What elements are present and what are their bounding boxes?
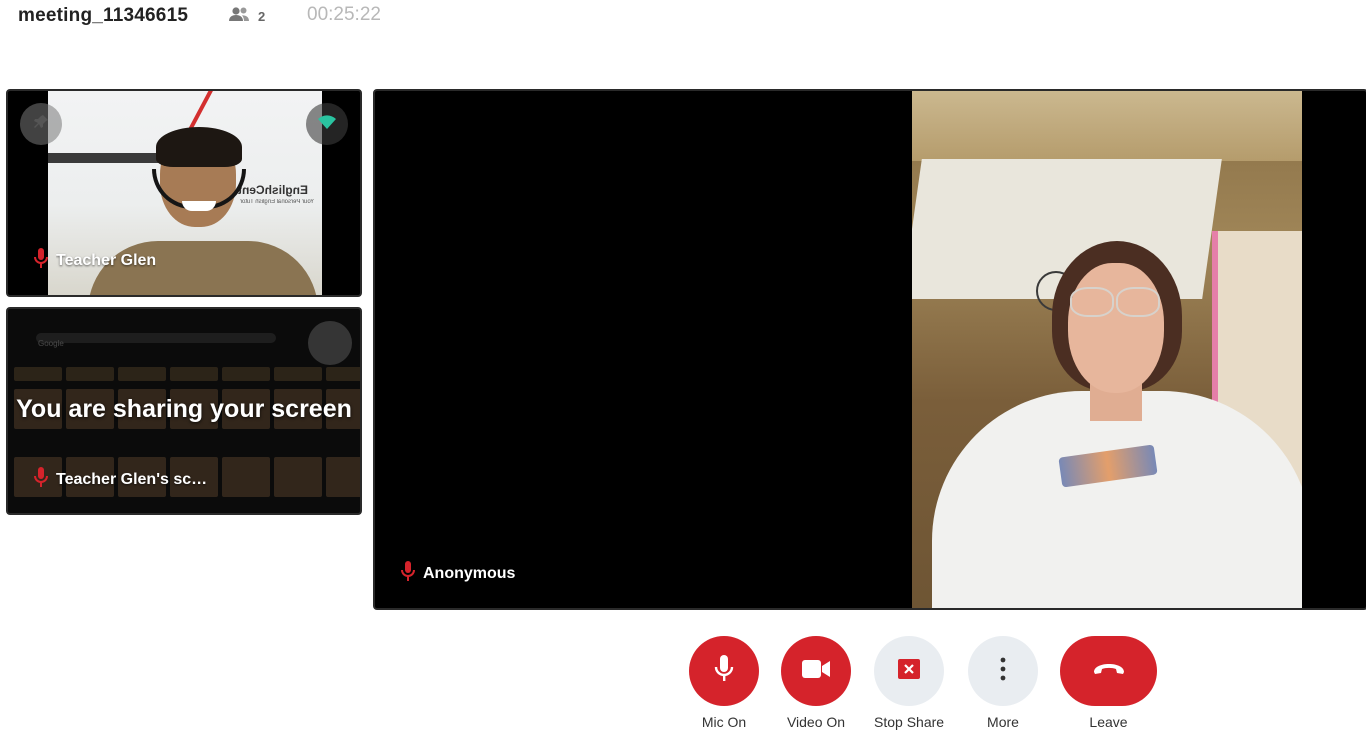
screen-share-message: You are sharing your screen (16, 395, 352, 423)
participant-video (912, 91, 1302, 608)
leave-meeting[interactable]: Leave (1060, 636, 1157, 730)
screen-preview-brand: Google (38, 339, 64, 348)
pin-icon (33, 114, 49, 135)
background-logo-subtext: Your Personal English Tutor (240, 199, 315, 205)
background-logo-text: EnglishCent (238, 183, 309, 197)
video-label: Video On (786, 714, 846, 730)
network-icon (318, 114, 336, 134)
participant-tile-anonymous[interactable]: Anonymous (373, 89, 1366, 610)
video-camera-icon (801, 659, 831, 684)
stop-share-toggle[interactable]: Stop Share (874, 636, 944, 730)
participant-name-tag: Anonymous (401, 561, 515, 586)
stop-share-button[interactable] (874, 636, 945, 706)
more-vertical-icon (1000, 657, 1006, 686)
participant-name: Anonymous (423, 564, 516, 582)
stop-share-icon (898, 658, 921, 684)
more-button[interactable] (968, 636, 1038, 706)
participants-count: 2 (258, 9, 266, 24)
mic-icon (34, 467, 48, 492)
participant-tile-teacher-glen[interactable]: EnglishCent Your Personal English Tutor … (6, 89, 362, 297)
more-label: More (987, 714, 1019, 730)
participants-icon (228, 6, 250, 27)
stop-share-label: Stop Share (874, 714, 945, 730)
participants-indicator[interactable]: 2 (228, 6, 265, 27)
leave-button[interactable] (1060, 636, 1157, 706)
pin-button[interactable] (20, 103, 62, 145)
more-options[interactable]: More (968, 636, 1038, 730)
screen-share-tile[interactable]: Google You are sharing your screen Teach… (6, 307, 362, 515)
meeting-timer: 00:25:22 (307, 4, 381, 25)
participant-name: Teacher Glen (56, 251, 157, 269)
mic-toggle[interactable]: Mic On (689, 636, 759, 730)
leave-label: Leave (1089, 714, 1128, 730)
network-status-button[interactable] (306, 103, 348, 145)
mic-icon (401, 561, 415, 586)
video-toggle[interactable]: Video On (781, 636, 851, 730)
mic-button[interactable] (689, 636, 759, 706)
hang-up-icon (1092, 662, 1126, 681)
participant-name-tag: Teacher Glen (34, 248, 156, 273)
mic-icon (34, 248, 48, 273)
video-button[interactable] (781, 636, 851, 706)
mic-icon (713, 654, 735, 689)
screen-share-name: Teacher Glen's sc… (56, 470, 208, 488)
mic-label: Mic On (701, 714, 747, 730)
meeting-controls: Mic On Video On Stop Share More Leave (0, 636, 1366, 741)
screen-share-name-tag: Teacher Glen's sc… (34, 467, 207, 492)
screen-tile-options-button[interactable] (308, 321, 352, 365)
meeting-id: meeting_11346615 (18, 5, 189, 26)
